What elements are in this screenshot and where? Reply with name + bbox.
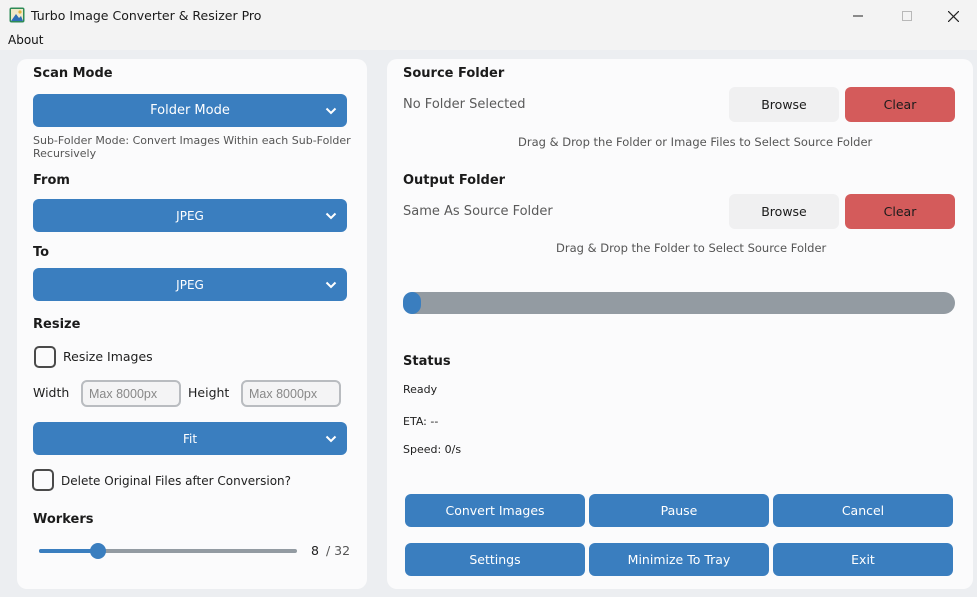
status-state: Ready [403,383,438,396]
scan-mode-heading: Scan Mode [33,66,113,81]
to-heading: To [33,245,50,260]
width-label: Width [33,385,70,400]
maximize-icon [902,11,912,21]
source-browse-button[interactable]: Browse [729,87,839,122]
minimize-to-tray-button[interactable]: Minimize To Tray [589,543,769,576]
chevron-down-icon [325,281,337,288]
output-browse-button[interactable]: Browse [729,194,839,229]
workers-heading: Workers [33,512,94,527]
chevron-down-icon [325,107,337,114]
exit-button[interactable]: Exit [773,543,953,576]
menu-about[interactable]: About [8,33,43,47]
close-window-button[interactable] [930,0,976,32]
height-input[interactable]: Max 8000px [241,380,341,407]
resize-heading: Resize [33,317,81,332]
window-title: Turbo Image Converter & Resizer Pro [31,8,262,23]
output-folder-value: Same As Source Folder [403,204,553,219]
source-folder-heading: Source Folder [403,66,505,81]
source-clear-button[interactable]: Clear [845,87,955,122]
convert-images-button[interactable]: Convert Images [405,494,585,527]
from-heading: From [33,173,70,188]
resize-images-label: Resize Images [63,349,153,364]
from-format-dropdown[interactable]: JPEG [33,199,347,232]
cancel-button[interactable]: Cancel [773,494,953,527]
resize-mode-dropdown[interactable]: Fit [33,422,347,455]
from-format-selected: JPEG [176,208,204,223]
scan-mode-description: Sub-Folder Mode: Convert Images Within e… [33,134,351,160]
status-heading: Status [403,354,451,369]
width-input[interactable]: Max 8000px [81,380,181,407]
pause-button[interactable]: Pause [589,494,769,527]
output-clear-button[interactable]: Clear [845,194,955,229]
status-speed: Speed: 0/s [403,443,462,456]
chevron-down-icon [325,212,337,219]
close-icon [947,10,959,22]
settings-button[interactable]: Settings [405,543,585,576]
maximize-window-button[interactable] [884,0,930,32]
to-format-selected: JPEG [176,277,204,292]
minimize-window-button[interactable] [835,0,881,32]
resize-images-checkbox[interactable] [34,346,56,368]
chevron-down-icon [325,435,337,442]
workers-max: / 32 [326,543,351,558]
delete-originals-label: Delete Original Files after Conversion? [61,474,292,488]
height-label: Height [188,385,230,400]
progress-fill [403,292,421,314]
delete-originals-checkbox[interactable] [32,469,54,491]
source-folder-value: No Folder Selected [403,97,526,112]
source-drop-hint: Drag & Drop the Folder or Image Files to… [518,135,873,149]
scan-mode-selected: Folder Mode [150,103,230,118]
app-logo-icon [9,7,25,23]
output-folder-heading: Output Folder [403,173,506,188]
title-bar: Turbo Image Converter & Resizer Pro [0,0,977,32]
menu-bar: About [0,32,977,50]
workers-value: 8 [311,543,319,558]
scan-mode-dropdown[interactable]: Folder Mode [33,94,347,127]
status-eta: ETA: -- [403,415,439,428]
output-drop-hint: Drag & Drop the Folder to Select Source … [556,241,827,255]
conversion-progress-bar [403,292,955,314]
minimize-icon [853,15,863,17]
resize-mode-selected: Fit [182,431,198,446]
to-format-dropdown[interactable]: JPEG [33,268,347,301]
